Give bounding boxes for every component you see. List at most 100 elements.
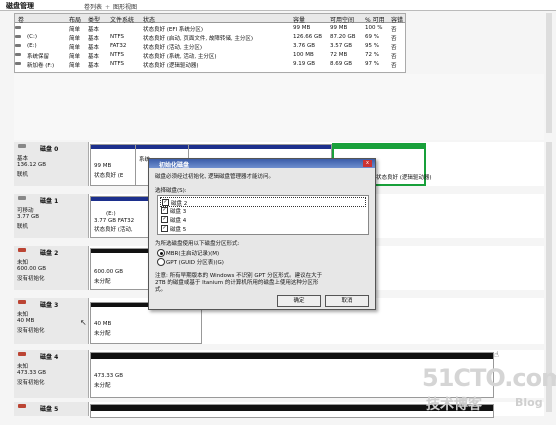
disk-label[interactable]: 磁盘 2 未知 600.00 GB 没有初始化	[14, 246, 89, 290]
ok-button[interactable]: 确定	[277, 295, 321, 307]
cell-capacity: 9.19 GB	[293, 61, 316, 67]
cell-capacity: 100 MB	[293, 52, 314, 58]
cell-fs: NTFS	[110, 61, 125, 67]
col-capacity[interactable]: 容量	[293, 15, 305, 24]
cell-percent: 69 %	[365, 34, 379, 40]
unknown-disk-icon	[18, 248, 26, 252]
disk-line: 3.77 GB	[17, 214, 40, 220]
disk-title: 磁盘 4	[40, 354, 59, 361]
disk-title: 磁盘 3	[40, 302, 59, 309]
cell-capacity: 99 MB	[293, 25, 311, 31]
cell-free: 72 MB	[330, 52, 348, 58]
cell-fault: 否	[391, 36, 397, 42]
table-row[interactable]: (C:) 简单 基本 NTFS 状态良好 (启动, 页面文件, 故障转储, 主分区) 12…	[15, 33, 405, 42]
watermark-sub: 技术博客	[426, 397, 482, 413]
table-scrollbar[interactable]	[546, 13, 552, 133]
cell-type: 基本	[88, 54, 100, 60]
disk-label[interactable]: 磁盘 1 可移动 3.77 GB 联机	[14, 194, 89, 238]
table-header: 卷 布局 类型 文件系统 状态 容量 可用空间 % 可用 容错	[15, 14, 405, 24]
col-type[interactable]: 类型	[88, 15, 100, 24]
disk-checkbox[interactable]: ✓	[162, 199, 169, 206]
mbr-radio-label[interactable]: MBR(主启动记录)(M)	[166, 249, 219, 257]
cancel-button[interactable]: 取消	[325, 295, 369, 307]
partition-line: 状态良好 (E	[94, 173, 124, 179]
view-menu: 卷列表 + 图形视图	[84, 2, 137, 11]
view-list-tab[interactable]: 卷列表	[84, 4, 102, 11]
watermark-logo: 51CTO.com	[422, 364, 556, 392]
cell-type: 基本	[88, 45, 100, 51]
close-icon[interactable]: x	[363, 160, 372, 167]
unknown-disk-icon	[18, 352, 26, 356]
partition[interactable]: 99 MB 状态良好 (E	[90, 144, 136, 186]
col-layout[interactable]: 布局	[69, 15, 81, 24]
volume-table: 卷 布局 类型 文件系统 状态 容量 可用空间 % 可用 容错 简单 基本 状态良好…	[14, 13, 406, 73]
disk-line: 没有初始化	[17, 328, 45, 334]
partition-style-label: 为所选磁盘使用以下磁盘分区形式:	[155, 241, 240, 247]
disk-line: 联机	[17, 224, 29, 230]
app-titlebar: 磁盘管理 卷列表 + 图形视图	[0, 0, 556, 11]
cell-fault: 否	[391, 54, 397, 60]
cell-status: 状态良好 (系统, 活动, 主分区)	[143, 54, 217, 60]
disk-list-item[interactable]: ✓ 磁盘 3	[160, 206, 364, 215]
col-free[interactable]: 可用空间	[330, 15, 354, 24]
unknown-disk-icon	[18, 300, 26, 304]
col-volume[interactable]: 卷	[18, 15, 24, 24]
disk-line: 未知	[17, 364, 29, 370]
dialog-note: 2TB 的磁盘或基于 Itanium 的计算机所用的磁盘上使用这种分区形	[155, 280, 319, 286]
disk-checkbox[interactable]: ✓	[161, 216, 168, 223]
cell-layout: 简单	[69, 54, 81, 60]
cell-volume: 新加卷 (F:)	[27, 63, 55, 69]
disk-label[interactable]: 磁盘 4 未知 473.33 GB 没有初始化	[14, 350, 89, 398]
cell-status: 状态良好 (逻辑驱动器)	[143, 63, 199, 69]
table-row[interactable]: 简单 基本 状态良好 (EFI 系统分区) 99 MB 99 MB 100 % 否	[15, 24, 405, 33]
cell-free: 3.57 GB	[330, 43, 353, 49]
table-row[interactable]: 系统保留 简单 基本 NTFS 状态良好 (系统, 活动, 主分区) 100 MB 72 M…	[15, 51, 405, 60]
cell-layout: 简单	[69, 63, 81, 69]
gpt-radio[interactable]	[157, 258, 165, 266]
col-filesystem[interactable]: 文件系统	[110, 15, 134, 24]
view-graph-tab[interactable]: 图形视图	[113, 4, 137, 11]
cell-type: 基本	[88, 63, 100, 69]
table-row[interactable]: (E:) 简单 基本 FAT32 状态良好 (活动, 主分区) 3.76 GB 3.57 G…	[15, 42, 405, 51]
col-fault[interactable]: 容错	[391, 15, 403, 24]
disk-list-item[interactable]: ✓ 磁盘 4	[160, 215, 364, 224]
partition-line: 473.33 GB	[94, 373, 124, 379]
disk-line: 600.00 GB	[17, 266, 47, 272]
partition-line: 600.00 GB	[94, 269, 124, 275]
volume-icon	[15, 62, 21, 65]
cell-type: 基本	[88, 36, 100, 42]
dialog-titlebar: 初始化磁盘 x	[149, 159, 375, 169]
disk-label[interactable]: 磁盘 0 基本 136.12 GB 联机	[14, 142, 89, 186]
disk-title: 磁盘 5	[40, 406, 59, 413]
cell-free: 99 MB	[330, 25, 348, 31]
volume-icon	[15, 53, 21, 56]
disk-list-item[interactable]: ✓ 磁盘 5	[160, 224, 364, 233]
watermark-blog: Blog	[515, 396, 543, 409]
disk-line: 没有初始化	[17, 276, 45, 282]
partition-line: 3.77 GB FAT32	[94, 218, 135, 224]
volume-icon	[15, 26, 21, 29]
cell-status: 状态良好 (启动, 页面文件, 故障转储, 主分区)	[143, 36, 254, 42]
dialog-title: 初始化磁盘	[159, 162, 190, 169]
disk-select-list[interactable]: ✓ 磁盘 2 ✓ 磁盘 3 ✓ 磁盘 4 ✓ 磁盘 5	[157, 195, 369, 235]
disk-label[interactable]: 磁盘 5	[14, 402, 89, 416]
cell-type: 基本	[88, 27, 100, 33]
cell-fault: 否	[391, 63, 397, 69]
table-row[interactable]: 新加卷 (F:) 简单 基本 NTFS 状态良好 (逻辑驱动器) 9.19 GB 8.69 …	[15, 60, 405, 69]
cell-capacity: 126.66 GB	[293, 34, 323, 40]
partition-line: 未分配	[94, 331, 111, 337]
cell-capacity: 3.76 GB	[293, 43, 316, 49]
disk-checkbox[interactable]: ✓	[161, 225, 168, 232]
pane-splitter	[14, 74, 544, 140]
disk-label[interactable]: 磁盘 3 未知 40 MB 没有初始化	[14, 298, 89, 344]
partition[interactable]: (E:) 3.77 GB FAT32 状态良好 (活动,	[90, 196, 154, 238]
col-status[interactable]: 状态	[143, 15, 155, 24]
dialog-intro: 磁盘必须经过初始化, 逻辑磁盘管理器才能访问。	[155, 174, 274, 180]
dialog-note: 式。	[155, 287, 167, 293]
hand-cursor-icon: ☝	[494, 350, 499, 359]
col-percent[interactable]: % 可用	[365, 15, 385, 24]
disk-line: 未知	[17, 312, 29, 318]
gpt-radio-label[interactable]: GPT (GUID 分区表)(G)	[166, 258, 224, 266]
disk-checkbox[interactable]: ✓	[161, 207, 168, 214]
mbr-radio[interactable]	[157, 249, 165, 257]
